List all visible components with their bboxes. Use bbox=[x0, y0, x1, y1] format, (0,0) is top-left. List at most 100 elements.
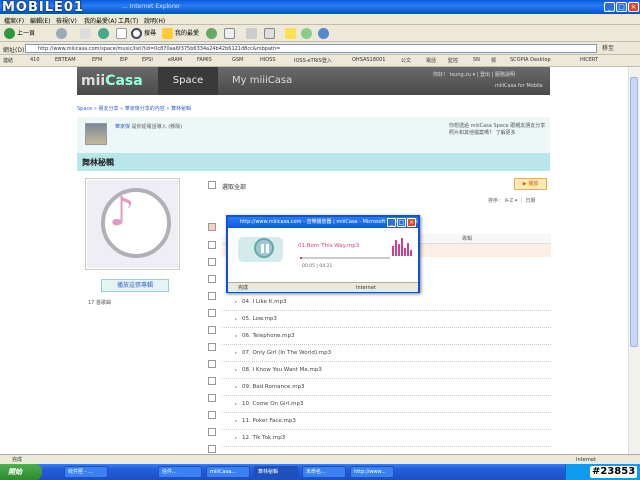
popup-close-button[interactable]: × bbox=[407, 218, 416, 227]
expand-arrow-icon[interactable]: ▸ bbox=[235, 401, 237, 406]
link-item[interactable]: 公文 bbox=[401, 57, 411, 64]
menu-tools[interactable]: 工具(T) bbox=[118, 16, 138, 25]
list-item[interactable]: ▸ 09. Bad Romance.mp3 bbox=[222, 379, 551, 396]
back-arrow-icon[interactable] bbox=[4, 28, 15, 39]
link-item[interactable]: SCOPIA Desktop bbox=[510, 57, 551, 63]
mobile-link[interactable]: miiiCasa for Mobile bbox=[495, 83, 543, 89]
taskbar-item[interactable]: 未命名... bbox=[302, 466, 346, 478]
link-item[interactable]: IOSS-eTRIS登入 bbox=[294, 57, 332, 64]
miiicasa-logo[interactable]: miiCasa bbox=[81, 73, 143, 89]
search-button[interactable]: 搜尋 bbox=[144, 27, 156, 40]
taskbar-item[interactable]: 舞林秘輯 bbox=[254, 466, 298, 478]
link-item[interactable]: HIOSS bbox=[260, 57, 276, 63]
avatar[interactable] bbox=[85, 123, 107, 145]
row-checkbox[interactable] bbox=[208, 326, 216, 334]
play-album-button[interactable]: 播放這張專輯 bbox=[101, 279, 169, 292]
play-button[interactable]: ▶ 播放 bbox=[514, 178, 547, 190]
print-icon[interactable] bbox=[246, 28, 257, 39]
row-checkbox[interactable] bbox=[208, 309, 216, 317]
link-item[interactable]: 標 bbox=[491, 57, 496, 64]
scrollbar-thumb[interactable] bbox=[630, 77, 638, 347]
tab-space[interactable]: Space bbox=[158, 67, 218, 95]
expand-arrow-icon[interactable]: ▸ bbox=[235, 299, 237, 304]
go-button[interactable]: 移至 bbox=[602, 44, 614, 53]
expand-arrow-icon[interactable]: ▸ bbox=[235, 367, 237, 372]
close-button[interactable]: × bbox=[628, 2, 639, 12]
expand-arrow-icon[interactable]: ▸ bbox=[235, 418, 237, 423]
row-checkbox[interactable] bbox=[208, 394, 216, 402]
breadcrumb[interactable]: Space » 朋友分享 » 華家傑分享的內容 » 舞林秘輯 bbox=[77, 105, 191, 112]
link-item[interactable]: FAMIS bbox=[197, 57, 212, 63]
refresh-icon[interactable] bbox=[98, 28, 109, 39]
start-button[interactable]: 開始 bbox=[0, 464, 42, 480]
taskbar-item[interactable]: 信件... bbox=[158, 466, 202, 478]
sharer-name[interactable]: 華家傑 bbox=[115, 124, 130, 130]
list-item[interactable]: ▸ 05. Low.mp3 bbox=[222, 311, 551, 328]
taskbar-item[interactable]: miiiCasa... bbox=[206, 466, 250, 478]
list-item[interactable]: ▸ 10. Come On Girl.mp3 bbox=[222, 396, 551, 413]
back-button[interactable]: 上一頁 bbox=[17, 27, 35, 40]
expand-arrow-icon[interactable]: ▸ bbox=[235, 350, 237, 355]
mail-icon[interactable] bbox=[224, 28, 235, 39]
row-checkbox[interactable] bbox=[208, 343, 216, 351]
link-item[interactable]: EIP bbox=[120, 57, 128, 63]
list-item[interactable]: ▸ 11. Poker Face.mp3 bbox=[222, 413, 551, 430]
link-item[interactable]: GSM bbox=[232, 57, 243, 63]
messenger-people-icon[interactable] bbox=[318, 28, 329, 39]
edit-icon[interactable] bbox=[264, 28, 275, 39]
window-title-bar[interactable]: MOBILE01 ... Internet Explorer _ □ × bbox=[0, 0, 640, 14]
row-checkbox[interactable] bbox=[208, 258, 216, 266]
link-item[interactable]: OHSAS18001 bbox=[352, 57, 385, 63]
minimize-button[interactable]: _ bbox=[604, 2, 615, 12]
select-all-checkbox[interactable] bbox=[208, 181, 216, 189]
row-checkbox[interactable] bbox=[208, 275, 216, 283]
menu-edit[interactable]: 編輯(E) bbox=[30, 16, 50, 25]
expand-arrow-icon[interactable]: ▸ bbox=[235, 435, 237, 440]
favorites-button[interactable]: 我的最愛 bbox=[175, 27, 199, 40]
history-icon[interactable] bbox=[206, 28, 217, 39]
sort-controls[interactable]: 排序： A-Z ▾ ｜ 日期 bbox=[488, 197, 535, 204]
list-item[interactable]: ▸ 06. Telephone.mp3 bbox=[222, 328, 551, 345]
pause-button[interactable] bbox=[254, 238, 274, 258]
row-checkbox[interactable] bbox=[208, 292, 216, 300]
row-checkbox[interactable] bbox=[208, 445, 216, 453]
taskbar-item[interactable]: 收件匣 - ... bbox=[64, 466, 108, 478]
link-item[interactable]: EPSI bbox=[142, 57, 153, 63]
row-checkbox[interactable] bbox=[208, 428, 216, 436]
forward-arrow-icon[interactable] bbox=[56, 28, 67, 39]
messenger-icon[interactable] bbox=[301, 28, 312, 39]
maximize-button[interactable]: □ bbox=[616, 2, 627, 12]
row-checkbox[interactable] bbox=[208, 377, 216, 385]
menu-favorites[interactable]: 我的最愛(A) bbox=[84, 16, 117, 25]
link-item[interactable]: HICERT bbox=[580, 57, 598, 63]
stop-icon[interactable] bbox=[80, 28, 91, 39]
menu-file[interactable]: 檔案(F) bbox=[4, 16, 24, 25]
list-item[interactable]: ▸ 07. Only Girl (In The World).mp3 bbox=[222, 345, 551, 362]
link-item[interactable]: 監控 bbox=[448, 57, 458, 64]
link-item[interactable]: SN bbox=[473, 57, 480, 63]
link-item[interactable]: EBTEAM bbox=[55, 57, 76, 63]
menu-help[interactable]: 說明(H) bbox=[144, 16, 165, 25]
menu-view[interactable]: 檢視(V) bbox=[56, 16, 77, 25]
taskbar-item[interactable]: http://www... bbox=[350, 466, 394, 478]
link-item[interactable]: EFM bbox=[92, 57, 102, 63]
list-item[interactable]: ▸ 04. I Like It.mp3 bbox=[222, 294, 551, 311]
row-checkbox[interactable] bbox=[208, 360, 216, 368]
popup-minimize-button[interactable]: _ bbox=[387, 218, 396, 227]
popup-maximize-button[interactable]: □ bbox=[397, 218, 406, 227]
tab-my-miiicasa[interactable]: My miiiCasa bbox=[232, 67, 292, 95]
expand-arrow-icon[interactable]: ▸ bbox=[235, 333, 237, 338]
expand-arrow-icon[interactable]: ▸ bbox=[235, 316, 237, 321]
row-checkbox[interactable] bbox=[208, 223, 216, 231]
favorites-star-icon[interactable] bbox=[162, 28, 173, 39]
row-checkbox[interactable] bbox=[208, 411, 216, 419]
address-input[interactable]: http://www.miiicasa.com/space/music/list… bbox=[25, 44, 597, 53]
header-user-links[interactable]: 你好！ tsung.zu ▾ | 登出 | 服務說明 bbox=[433, 71, 515, 78]
home-icon[interactable] bbox=[116, 28, 127, 39]
link-item[interactable]: eRAM bbox=[168, 57, 182, 63]
list-item[interactable]: ▸ 08. I Know You Want Me.mp3 bbox=[222, 362, 551, 379]
list-item[interactable]: ▸ 12. Tik Tok.mp3 bbox=[222, 430, 551, 447]
folder-icon[interactable] bbox=[285, 28, 296, 39]
link-item[interactable]: 410 bbox=[30, 57, 40, 63]
link-item[interactable]: 電話 bbox=[426, 57, 436, 64]
